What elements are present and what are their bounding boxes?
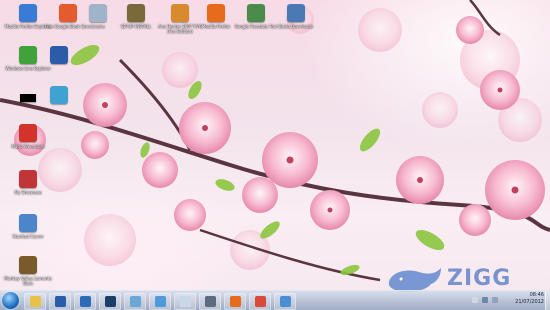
show-desktop-button[interactable] [545, 291, 550, 310]
desktop-icon[interactable] [35, 46, 83, 66]
mario-icon [19, 124, 37, 142]
taskbar-button-messenger[interactable] [149, 293, 171, 310]
clock-time: 08:46 [529, 292, 544, 298]
desktop-icon-label: Monkey Valley Lamente Wars [4, 276, 52, 286]
monitor-icon [279, 296, 291, 307]
taskbar-button-chrome[interactable] [249, 293, 271, 310]
taskbar-button-media-player[interactable] [74, 293, 96, 310]
photoshop-icon [104, 296, 116, 307]
arrow-up-icon[interactable] [472, 297, 478, 303]
game-icon [171, 4, 189, 22]
taskbar-button-photoshop[interactable] [99, 293, 121, 310]
browser-icon [19, 4, 37, 22]
network-icon[interactable] [482, 297, 488, 303]
firefox-icon [229, 296, 241, 307]
volume-icon[interactable] [492, 297, 498, 303]
media-player-icon [79, 296, 91, 307]
taskbar-button-paint[interactable] [124, 293, 146, 310]
watermark-text: ZIGG [447, 266, 512, 291]
desktop-icon[interactable]: My Showcase [4, 170, 52, 195]
word-icon [54, 296, 66, 307]
calculator-icon [204, 296, 216, 307]
messenger-icon [154, 296, 166, 307]
desktop-icon[interactable]: Monkey Valley Lamente Wars [4, 256, 52, 286]
redacted-icon [20, 94, 36, 102]
folder-icon [29, 296, 41, 307]
desktop-icon-label: Stardust Canon [12, 234, 44, 239]
desktop-icon-label: SETUP INSTALL [120, 24, 152, 29]
notepad-icon [179, 296, 191, 307]
setup-icon [127, 4, 145, 22]
taskbar-button-firefox[interactable] [224, 293, 246, 310]
desktop-icon-label: Baixe Downloads [278, 24, 314, 29]
word-document-icon [50, 46, 68, 64]
stardust-icon [19, 214, 37, 232]
clock[interactable]: 08:46 21/07/2012 [515, 292, 544, 306]
desktop-icon[interactable] [35, 86, 83, 106]
monkey-icon [19, 256, 37, 274]
system-tray: 08:46 21/07/2012 [452, 291, 550, 310]
windows-start-icon[interactable] [2, 292, 19, 309]
desktop-icon[interactable]: Mario Adventure [4, 124, 52, 149]
cartoon-icon [50, 86, 68, 104]
download-icon [287, 4, 305, 22]
taskbar-button-word[interactable] [49, 293, 71, 310]
desktop-icon[interactable]: SETUP INSTALL [112, 4, 160, 29]
recycle-bin-icon [89, 4, 107, 22]
taskbar-button-monitor[interactable] [274, 293, 296, 310]
taskbar-button-notepad[interactable] [174, 293, 196, 310]
firefox-icon [207, 4, 225, 22]
desktop-icon[interactable]: Stardust Canon [4, 214, 52, 239]
desktop-icon[interactable]: Baixe Downloads [272, 4, 320, 29]
showcase-icon [19, 170, 37, 188]
desktop-icon-label: Mario Adventure [11, 144, 45, 149]
desktop-icon-label: My Showcase [14, 190, 42, 195]
chrome-icon [254, 296, 266, 307]
taskbar-button-explorer[interactable] [24, 293, 46, 310]
paint-icon [129, 296, 141, 307]
taskbar-button-calculator[interactable] [199, 293, 221, 310]
translate-icon [247, 4, 265, 22]
taskbar: 08:46 21/07/2012 [0, 290, 550, 310]
desktop-icon-label: Windows Live Explorer [5, 66, 51, 71]
clock-date: 21/07/2012 [515, 299, 544, 305]
